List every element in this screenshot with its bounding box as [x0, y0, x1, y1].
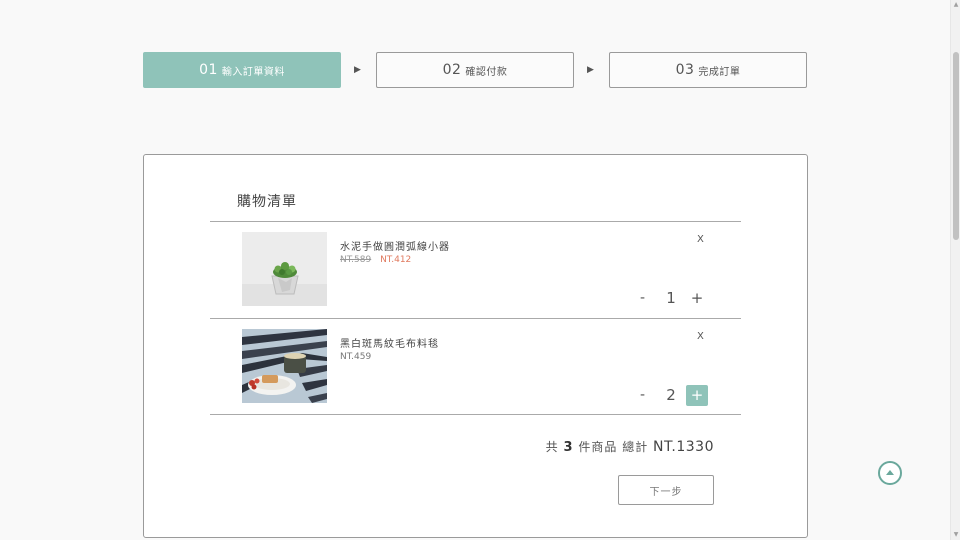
quantity-stepper: - 1 + [640, 288, 710, 310]
step-1-number: 01 [199, 62, 218, 78]
order-total: NT.1330 [653, 439, 714, 455]
divider [210, 414, 741, 415]
remove-item-button[interactable]: X [697, 331, 704, 342]
quantity-value: 2 [666, 386, 676, 404]
chevron-up-icon [886, 470, 894, 475]
cart-title: 購物清單 [237, 194, 297, 210]
scrollbar-thumb[interactable] [953, 52, 959, 240]
summary-prefix: 共 [545, 440, 559, 454]
price: NT.459 [340, 352, 372, 362]
back-to-top-button[interactable] [878, 461, 902, 485]
cart-panel: 購物清單 水泥手做圓潤弧線小器 NT.589 NT.412 X - 1 + 黑白… [143, 154, 808, 538]
step-arrow-icon: ▶ [587, 65, 594, 75]
price-row: NT.589 NT.412 [340, 255, 411, 265]
price-row: NT.459 [340, 352, 371, 362]
increase-quantity-button[interactable]: + [686, 288, 708, 309]
cart-item: 黑白斑馬紋毛布料毯 NT.459 X - 2 + [210, 319, 741, 415]
product-name[interactable]: 水泥手做圓潤弧線小器 [340, 238, 450, 253]
scroll-up-icon[interactable]: ▲ [952, 0, 960, 10]
product-name[interactable]: 黑白斑馬紋毛布料毯 [340, 335, 439, 350]
step-3-label: 完成訂單 [698, 66, 741, 78]
decrease-quantity-button[interactable]: - [640, 290, 645, 306]
increase-quantity-button[interactable]: + [686, 385, 708, 406]
step-2-label: 確認付款 [465, 66, 508, 78]
step-1-label: 輸入訂單資料 [221, 66, 285, 78]
page-scrollbar[interactable]: ▲ ▼ [950, 0, 960, 540]
step-3[interactable]: 03 完成訂單 [609, 52, 807, 88]
order-summary: 共 3 件商品 總計 NT.1330 [546, 438, 714, 455]
product-image-cement-pot[interactable] [242, 232, 327, 306]
product-image-zebra-blanket[interactable] [242, 329, 327, 403]
item-count: 3 [563, 440, 574, 455]
remove-item-button[interactable]: X [697, 234, 704, 245]
summary-label: 件商品 總計 [578, 440, 649, 454]
cart-item: 水泥手做圓潤弧線小器 NT.589 NT.412 X - 1 + [210, 222, 741, 318]
step-arrow-icon: ▶ [354, 65, 361, 75]
quantity-value: 1 [666, 289, 676, 307]
sale-price: NT.412 [380, 255, 412, 265]
scroll-down-icon[interactable]: ▼ [952, 530, 960, 540]
step-3-number: 03 [675, 62, 695, 78]
quantity-stepper: - 2 + [640, 385, 710, 407]
step-2[interactable]: 02 確認付款 [376, 52, 574, 88]
step-2-number: 02 [442, 62, 462, 78]
next-step-button[interactable]: 下一步 [618, 475, 714, 505]
step-1[interactable]: 01 輸入訂單資料 [143, 52, 341, 88]
checkout-steps: 01 輸入訂單資料 ▶ 02 確認付款 ▶ 03 完成訂單 [143, 52, 808, 88]
original-price: NT.589 [340, 255, 372, 265]
decrease-quantity-button[interactable]: - [640, 387, 645, 403]
